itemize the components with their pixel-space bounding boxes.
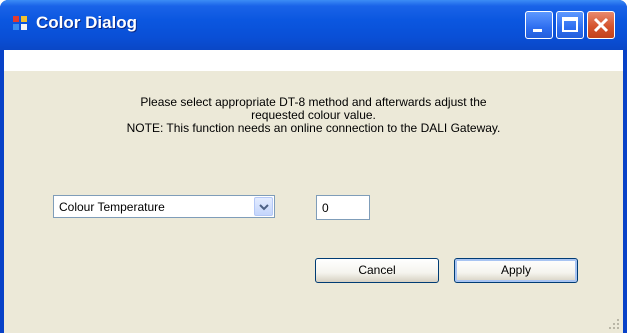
cancel-button[interactable]: Cancel — [315, 258, 439, 283]
app-icon — [12, 15, 28, 31]
chevron-down-icon — [259, 204, 269, 211]
minimize-button[interactable] — [525, 11, 553, 39]
minimize-icon — [533, 29, 542, 32]
dt8-method-selected-value: Colour Temperature — [59, 200, 165, 214]
header-band — [4, 50, 623, 71]
title-bar[interactable]: Color Dialog — [0, 0, 627, 50]
instruction-message: Please select appropriate DT-8 method an… — [4, 96, 623, 135]
color-dialog-window: Color Dialog Please select appropriate D… — [0, 0, 627, 333]
message-line-3: NOTE: This function needs an online conn… — [126, 121, 501, 135]
close-icon — [593, 17, 609, 33]
dt8-method-select[interactable]: Colour Temperature — [53, 195, 275, 218]
window-title: Color Dialog — [36, 13, 138, 32]
colour-value-input[interactable] — [316, 195, 370, 220]
resize-grip[interactable] — [609, 319, 621, 331]
apply-button[interactable]: Apply — [454, 258, 578, 283]
dropdown-button[interactable] — [254, 197, 273, 216]
maximize-button[interactable] — [556, 11, 584, 39]
dialog-body: Please select appropriate DT-8 method an… — [4, 50, 623, 333]
maximize-icon — [562, 17, 578, 32]
close-button[interactable] — [587, 11, 615, 39]
